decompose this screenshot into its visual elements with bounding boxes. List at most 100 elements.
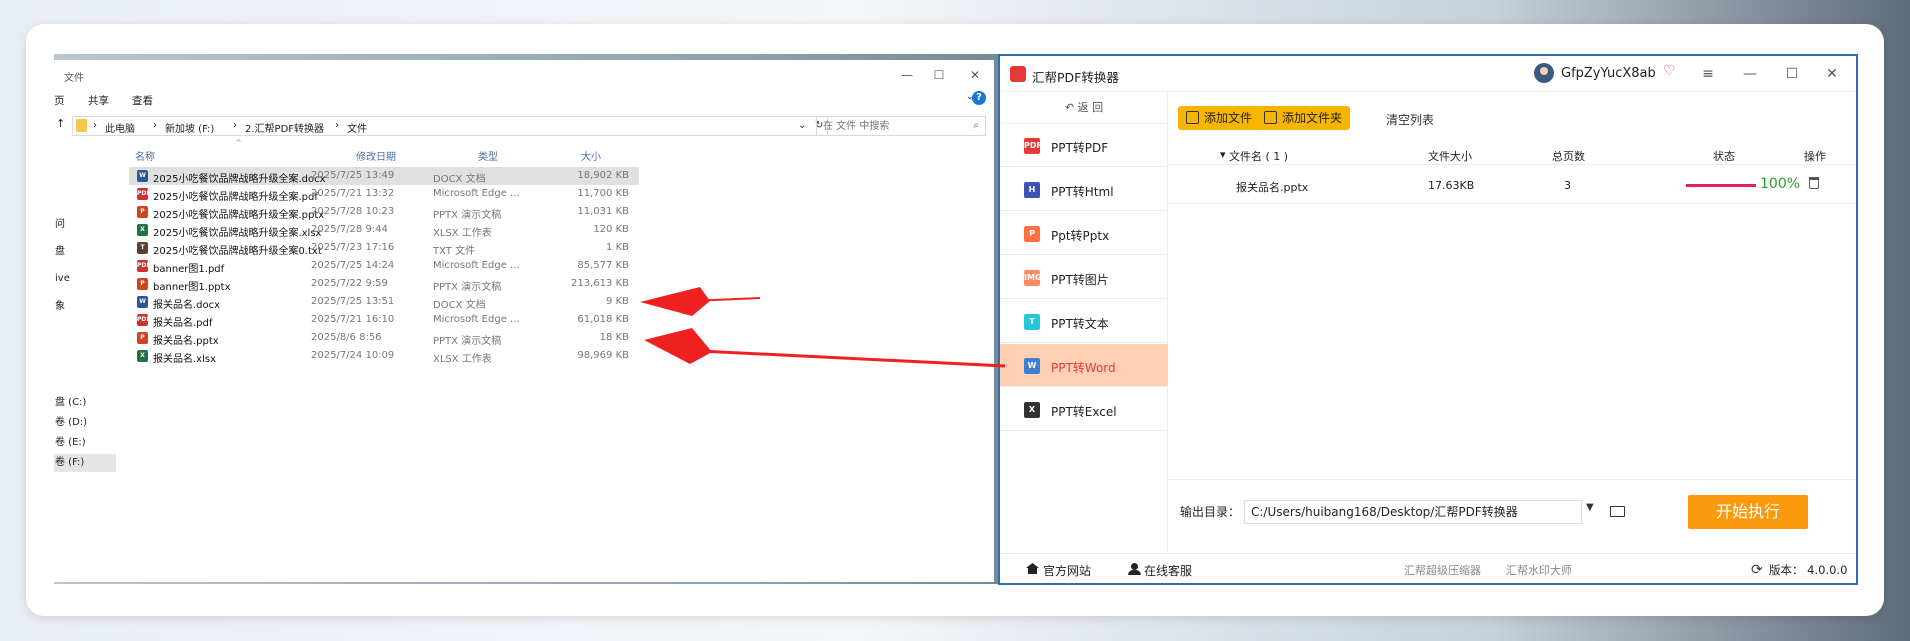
file-type-icon: W (137, 170, 148, 182)
ribbon-tab-view[interactable]: 查看 (132, 93, 153, 108)
table-row[interactable]: W 2025小吃餐饮品牌战略升级全案.docx 2025/7/25 13:49 DOC… (129, 167, 639, 185)
file-type: Microsoft Edge ... (433, 314, 520, 325)
start-button[interactable]: 开始执行 (1688, 495, 1808, 529)
close-icon[interactable]: ✕ (1822, 64, 1842, 84)
sidebar-item-label: PPT转文本 (1051, 317, 1109, 331)
sidebar-item-ppt转图片[interactable]: IMG PPT转图片 (1000, 256, 1168, 299)
maximize-icon[interactable]: ☐ (924, 64, 954, 86)
file-type: TXT 文件 (433, 246, 476, 257)
search-box[interactable]: ⌕ (816, 116, 986, 136)
update-icon[interactable]: ⟳ (1751, 562, 1763, 578)
breadcrumb-drive-f[interactable]: 新加坡 (F:) (165, 120, 214, 135)
sidebar-item-ppt转html[interactable]: H PPT转Html (1000, 168, 1168, 211)
open-folder-icon[interactable] (1610, 506, 1625, 517)
breadcrumb-app-folder[interactable]: 2.汇帮PDF转换器 (245, 120, 324, 135)
table-row[interactable]: PDF 报关品名.pdf 2025/7/21 16:10 Microsoft Edge… (129, 311, 639, 329)
table-row[interactable]: PDF banner图1.pdf 2025/7/25 14:24 Microsoft … (129, 257, 639, 275)
online-service-link[interactable]: 在线客服 (1144, 562, 1192, 579)
sidebar-item-ppt转excel[interactable]: X PPT转Excel (1000, 388, 1168, 431)
up-arrow-icon[interactable]: ↑ (56, 117, 65, 130)
file-type-icon: P (137, 332, 148, 344)
nav-item[interactable]: 盘 (54, 243, 118, 261)
row-filename: 报关品名.pptx (1236, 181, 1309, 194)
column-header-date[interactable]: 修改日期 (356, 148, 396, 163)
file-type: PPTX 演示文稿 (433, 336, 502, 347)
nav-drive-e[interactable]: 卷 (E:) (54, 434, 118, 452)
compressor-link[interactable]: 汇帮超级压缩器 (1404, 562, 1481, 578)
header-filename[interactable]: 文件名 ( 1 ) (1229, 148, 1288, 164)
nav-item[interactable]: 象 (54, 298, 118, 316)
column-header-type[interactable]: 类型 (478, 148, 498, 163)
sidebar-item-ppt转pptx[interactable]: P Ppt转Pptx (1000, 212, 1168, 255)
clear-list-button[interactable]: 清空列表 (1386, 111, 1434, 128)
official-website-link[interactable]: 官方网站 (1043, 562, 1091, 579)
address-bar[interactable]: › 此电脑 › 新加坡 (F:) › 2.汇帮PDF转换器 › 文件 ⌄ ↻ (72, 116, 828, 136)
trash-icon[interactable] (1809, 177, 1819, 189)
app-logo-icon (1010, 66, 1026, 82)
file-date: 2025/7/24 10:09 (311, 350, 395, 361)
ribbon-tab-home[interactable]: 页 (54, 93, 65, 108)
file-size: 85,577 KB (577, 260, 629, 271)
search-input[interactable] (817, 117, 957, 135)
table-row[interactable]: Pbanner图1.pptx 2025/7/22 9:59 PPTX 演示文稿 213… (129, 275, 639, 293)
vip-diamond-icon[interactable]: ♡ (1663, 63, 1676, 79)
nav-drive-f[interactable]: 卷 (F:) (54, 454, 116, 472)
dropdown-caret-icon[interactable]: ▼ (1586, 502, 1594, 513)
file-size: 9 KB (606, 296, 629, 307)
maximize-icon[interactable]: ☐ (1782, 64, 1802, 84)
file-type: Microsoft Edge ... (433, 260, 520, 271)
help-icon[interactable]: ? (972, 91, 986, 105)
nav-item[interactable]: ive (54, 270, 118, 288)
sidebar-item-ppt转word[interactable]: W PPT转Word (1000, 344, 1168, 387)
table-row[interactable]: X 报关品名.xlsx 2025/7/24 10:09 XLSX 工作表 98,969 … (129, 347, 639, 365)
table-row[interactable]: T 2025小吃餐饮品牌战略升级全案0.txt 2025/7/23 17:16 TXT… (129, 239, 639, 257)
nav-drive-d[interactable]: 卷 (D:) (54, 414, 118, 432)
address-dropdown-icon[interactable]: ⌄ (798, 120, 806, 131)
folder-add-icon (1264, 111, 1277, 124)
file-type-icon: PDF (137, 314, 150, 326)
table-row[interactable]: 报关品名.pptx 17.63KB 3 100% (1168, 164, 1856, 204)
output-path-select[interactable]: C:/Users/huibang168/Desktop/汇帮PDF转换器 (1244, 500, 1582, 524)
add-folder-button[interactable]: 添加文件夹 (1256, 106, 1351, 130)
username[interactable]: GfpZyYucX8ab (1561, 66, 1656, 81)
sidebar-item-ppt转文本[interactable]: T PPT转文本 (1000, 300, 1168, 343)
output-area: 输出目录： C:/Users/huibang168/Desktop/汇帮PDF转… (1168, 479, 1856, 553)
file-name: 报关品名.xlsx (153, 354, 217, 365)
breadcrumb-files[interactable]: 文件 (347, 120, 367, 135)
sidebar-item-ppt转pdf[interactable]: PDF PPT转PDF (1000, 124, 1168, 167)
column-header-size[interactable]: 大小 (581, 148, 601, 163)
file-type: DOCX 文档 (433, 300, 486, 311)
file-name: 报关品名.docx (153, 300, 221, 311)
ribbon-tab-share[interactable]: 共享 (88, 93, 109, 108)
file-name: 2025小吃餐饮品牌战略升级全案.pdf (153, 192, 318, 203)
breadcrumb-this-pc[interactable]: 此电脑 (105, 120, 135, 135)
minimize-icon[interactable]: — (1740, 64, 1760, 84)
close-icon[interactable]: ✕ (960, 64, 990, 86)
back-button[interactable]: ↶ 返 回 (1000, 92, 1168, 124)
watermark-link[interactable]: 汇帮水印大师 (1506, 562, 1572, 578)
nav-item[interactable]: 问 (54, 216, 118, 234)
nav-drive-c[interactable]: 盘 (C:) (54, 394, 118, 412)
file-type: PPTX 演示文稿 (433, 210, 502, 221)
file-type-icon: PDF (137, 188, 150, 200)
table-row[interactable]: P 报关品名.pptx 2025/8/6 8:56 PPTX 演示文稿 18 KB (129, 329, 639, 347)
avatar[interactable] (1534, 63, 1554, 83)
column-header-name[interactable]: 名称 (135, 148, 155, 163)
table-row[interactable]: X 2025小吃餐饮品牌战略升级全案.xlsx 2025/7/28 9:44 XLSX… (129, 221, 639, 239)
table-row[interactable]: W 报关品名.docx 2025/7/25 13:51 DOCX 文档 9 KB (129, 293, 639, 311)
file-name: 2025小吃餐饮品牌战略升级全案.pptx (153, 210, 325, 221)
minimize-icon[interactable]: — (892, 64, 922, 86)
conversion-sidebar: ↶ 返 回 PDF PPT转PDF H PPT转Html P Ppt转Pptx IMG PPT… (1000, 92, 1168, 553)
header-status: 状态 (1713, 150, 1735, 163)
table-row[interactable]: P 2025小吃餐饮品牌战略升级全案.pptx 2025/7/28 10:23 PPT… (129, 203, 639, 221)
menu-icon[interactable]: ≡ (1698, 64, 1718, 84)
sidebar-item-label: Ppt转Pptx (1051, 229, 1110, 243)
format-icon: X (1024, 402, 1040, 418)
file-name: 报关品名.pdf (153, 318, 213, 329)
row-filesize: 17.63KB (1428, 179, 1475, 192)
file-name: banner图1.pdf (153, 264, 225, 275)
add-file-button[interactable]: 添加文件 (1178, 106, 1261, 130)
sort-caret-icon[interactable]: ▾ (1220, 148, 1226, 161)
table-row[interactable]: PDF 2025小吃餐饮品牌战略升级全案.pdf 2025/7/21 13:32 Mi… (129, 185, 639, 203)
back-arrow-icon: ↶ (1064, 101, 1078, 114)
